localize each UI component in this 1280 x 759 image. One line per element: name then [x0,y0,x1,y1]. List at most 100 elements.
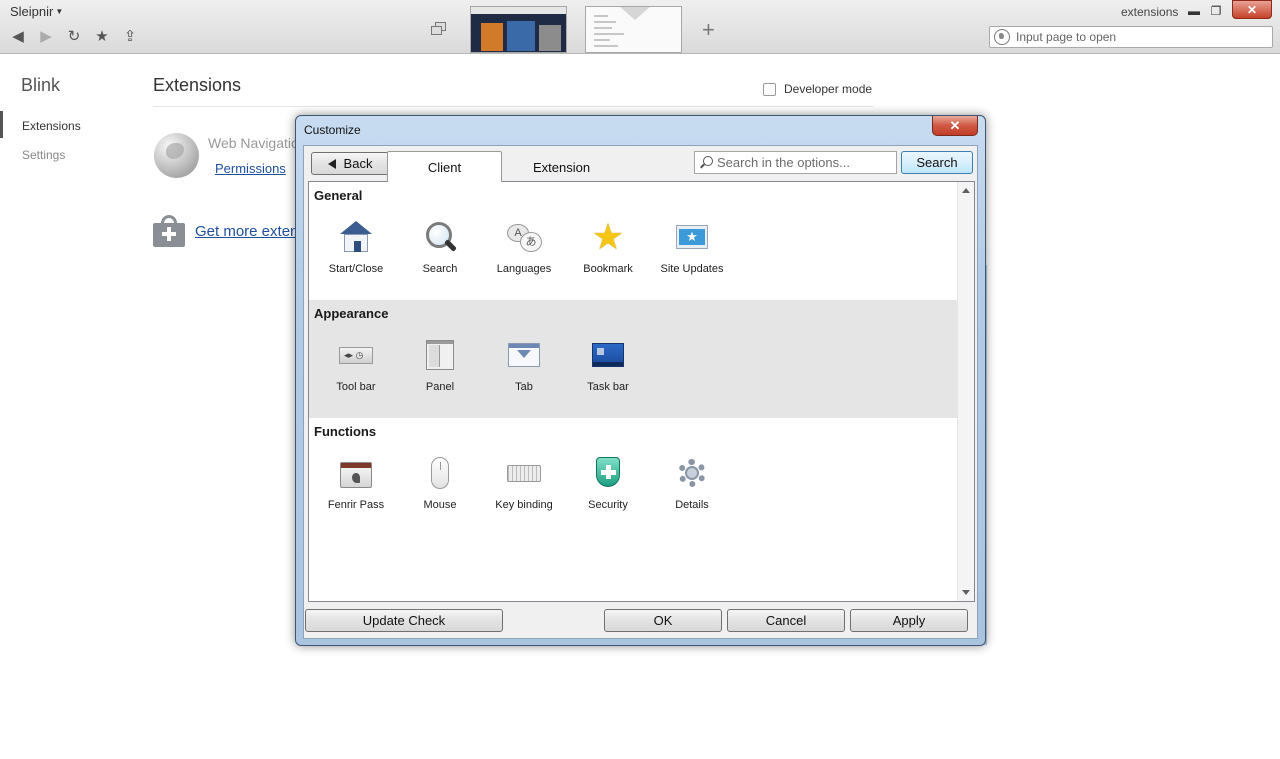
address-placeholder: Input page to open [1016,30,1117,44]
option-key-binding[interactable]: Key binding [482,456,566,511]
cancel-button[interactable]: Cancel [727,609,845,632]
page-brand: Blink [21,75,61,95]
window-title: extensions [1121,5,1179,19]
house-icon [339,220,373,254]
option-label: Tab [515,381,533,393]
tab-thumbnail-1[interactable] [470,6,567,53]
maximize-button[interactable]: ❐ [1206,2,1226,20]
reload-icon[interactable]: ↻ [64,26,84,46]
app-name-label: Sleipnir [10,4,54,19]
option-mouse[interactable]: Mouse [398,456,482,511]
option-label: Start/Close [328,263,384,275]
options-search-field[interactable] [694,151,897,174]
back-arrow-icon[interactable]: ◀ [8,26,28,46]
options-search-input[interactable] [717,155,892,170]
option-tab[interactable]: Tab [482,338,566,393]
address-bar[interactable]: Input page to open [989,26,1273,48]
browser-toolbar: Sleipnir ▼ extensions ▬ ❐ ✕ ◀ ▶ ↻ ★ ⇪ + I… [0,0,1280,54]
developer-mode-toggle[interactable]: Developer mode [763,82,872,96]
option-label: Tool bar [336,381,376,393]
new-tab-button[interactable]: + [702,17,715,43]
sidebar-item-extensions[interactable]: Extensions [0,111,81,138]
tab-thumbnail-2[interactable] [585,6,682,53]
star-icon: ★ [591,216,625,257]
taskbar-icon [591,338,625,372]
speech-bubbles-icon: Aあ [507,220,542,254]
section-appearance: Appearance ◂▸ ◷ Tool bar Panel Tab Task … [309,300,958,418]
section-functions: Functions Fenrir Pass Mouse Key binding … [309,418,958,536]
fenrir-pass-icon [339,456,373,490]
option-label: Panel [425,381,455,393]
toolbar-icon: ◂▸ ◷ [339,338,373,372]
extension-globe-icon [154,133,199,178]
back-label: Back [343,156,373,171]
section-title: General [314,188,363,203]
ok-button[interactable]: OK [604,609,722,632]
store-bag-icon [153,215,185,247]
section-general: General Start/Close Search Aあ Languages … [309,182,958,300]
option-label: Languages [496,263,552,275]
scroll-up-arrow-icon[interactable] [962,188,970,193]
option-label: Fenrir Pass [327,499,385,511]
apply-button[interactable]: Apply [850,609,968,632]
customize-dialog: Customize ✕ Back Client Extension Search… [295,115,986,646]
dialog-body: Back Client Extension Search General Sta… [303,145,978,639]
section-title: Functions [314,424,377,439]
permissions-link[interactable]: Permissions [215,161,286,176]
tab-icon [507,338,541,372]
option-label: Details [675,499,709,511]
share-icon[interactable]: ⇪ [120,26,140,46]
options-panel: General Start/Close Search Aあ Languages … [308,181,975,602]
option-label: Task bar [587,381,629,393]
option-label: Security [588,499,628,511]
divider [153,106,873,107]
option-search[interactable]: Search [398,220,482,275]
page-title: Extensions [153,75,242,95]
search-button[interactable]: Search [901,151,973,174]
option-security[interactable]: Security [566,456,650,511]
app-menu-button[interactable]: Sleipnir ▼ [10,4,63,19]
sidebar-item-settings[interactable]: Settings [22,148,65,162]
option-task-bar[interactable]: Task bar [566,338,650,393]
back-button[interactable]: Back [311,152,389,175]
caret-down-icon: ▼ [55,7,64,16]
minimize-button[interactable]: ▬ [1184,2,1204,20]
search-icon [700,156,713,169]
option-languages[interactable]: Aあ Languages [482,220,566,275]
shield-icon [591,456,625,490]
option-label: Search [422,263,458,275]
gear-icon [675,456,709,490]
vertical-scrollbar[interactable] [957,182,974,601]
option-start-close[interactable]: Start/Close [314,220,398,275]
mouse-icon [423,456,457,490]
tab-list-icon[interactable] [431,22,447,36]
developer-mode-label: Developer mode [784,82,873,96]
option-label: Site Updates [660,263,724,275]
option-tool-bar[interactable]: ◂▸ ◷ Tool bar [314,338,398,393]
magnifier-icon [423,220,457,254]
get-more-extensions-link[interactable]: Get more exten [195,223,295,240]
dialog-close-button[interactable]: ✕ [932,116,978,136]
scroll-down-arrow-icon[interactable] [962,590,970,595]
update-check-button[interactable]: Update Check [305,609,503,632]
extension-name: Web Navigatio [208,135,296,151]
option-label: Mouse [423,499,457,511]
site-update-icon: ★ [675,220,709,254]
option-fenrir-pass[interactable]: Fenrir Pass [314,456,398,511]
dialog-title: Customize [304,123,361,137]
tab-client[interactable]: Client [387,151,502,182]
option-details[interactable]: Details [650,456,734,511]
bookmark-star-icon[interactable]: ★ [92,26,112,46]
section-title: Appearance [314,306,389,321]
tab-extension[interactable]: Extension [504,154,619,181]
option-label: Key binding [495,499,553,511]
forward-arrow-icon[interactable]: ▶ [36,26,56,46]
option-label: Bookmark [583,263,633,275]
back-triangle-icon [327,158,336,169]
developer-mode-checkbox[interactable] [763,82,776,96]
keyboard-icon [507,456,541,490]
option-panel[interactable]: Panel [398,338,482,393]
option-bookmark[interactable]: ★ Bookmark [566,216,650,276]
window-close-button[interactable]: ✕ [1232,0,1272,19]
option-site-updates[interactable]: ★ Site Updates [650,220,734,275]
